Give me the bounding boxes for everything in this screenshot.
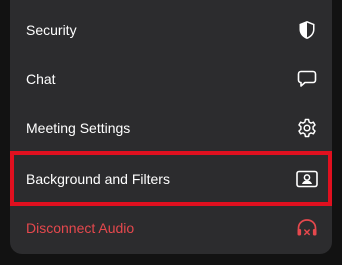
menu-item-label: Chat xyxy=(26,71,56,87)
headphones-disconnect-icon xyxy=(296,217,318,239)
shield-icon xyxy=(296,19,318,41)
menu-item-meeting-settings[interactable]: Meeting Settings xyxy=(10,104,332,152)
menu-item-label: Background and Filters xyxy=(26,171,170,187)
menu-item-background-and-filters[interactable]: Background and Filters xyxy=(10,155,332,203)
portrait-frame-icon xyxy=(296,168,318,190)
menu-item-label: Disconnect Audio xyxy=(26,220,135,236)
gear-icon xyxy=(296,117,318,139)
menu-item-label: Meeting Settings xyxy=(26,120,131,136)
menu-item-disconnect-audio[interactable]: Disconnect Audio xyxy=(10,204,332,252)
more-options-menu: Security Chat Meeting Settings Backgroun… xyxy=(10,0,332,254)
menu-item-label: Security xyxy=(26,22,77,38)
chat-bubble-icon xyxy=(296,68,318,90)
menu-item-chat[interactable]: Chat xyxy=(10,55,332,103)
menu-item-security[interactable]: Security xyxy=(10,6,332,54)
